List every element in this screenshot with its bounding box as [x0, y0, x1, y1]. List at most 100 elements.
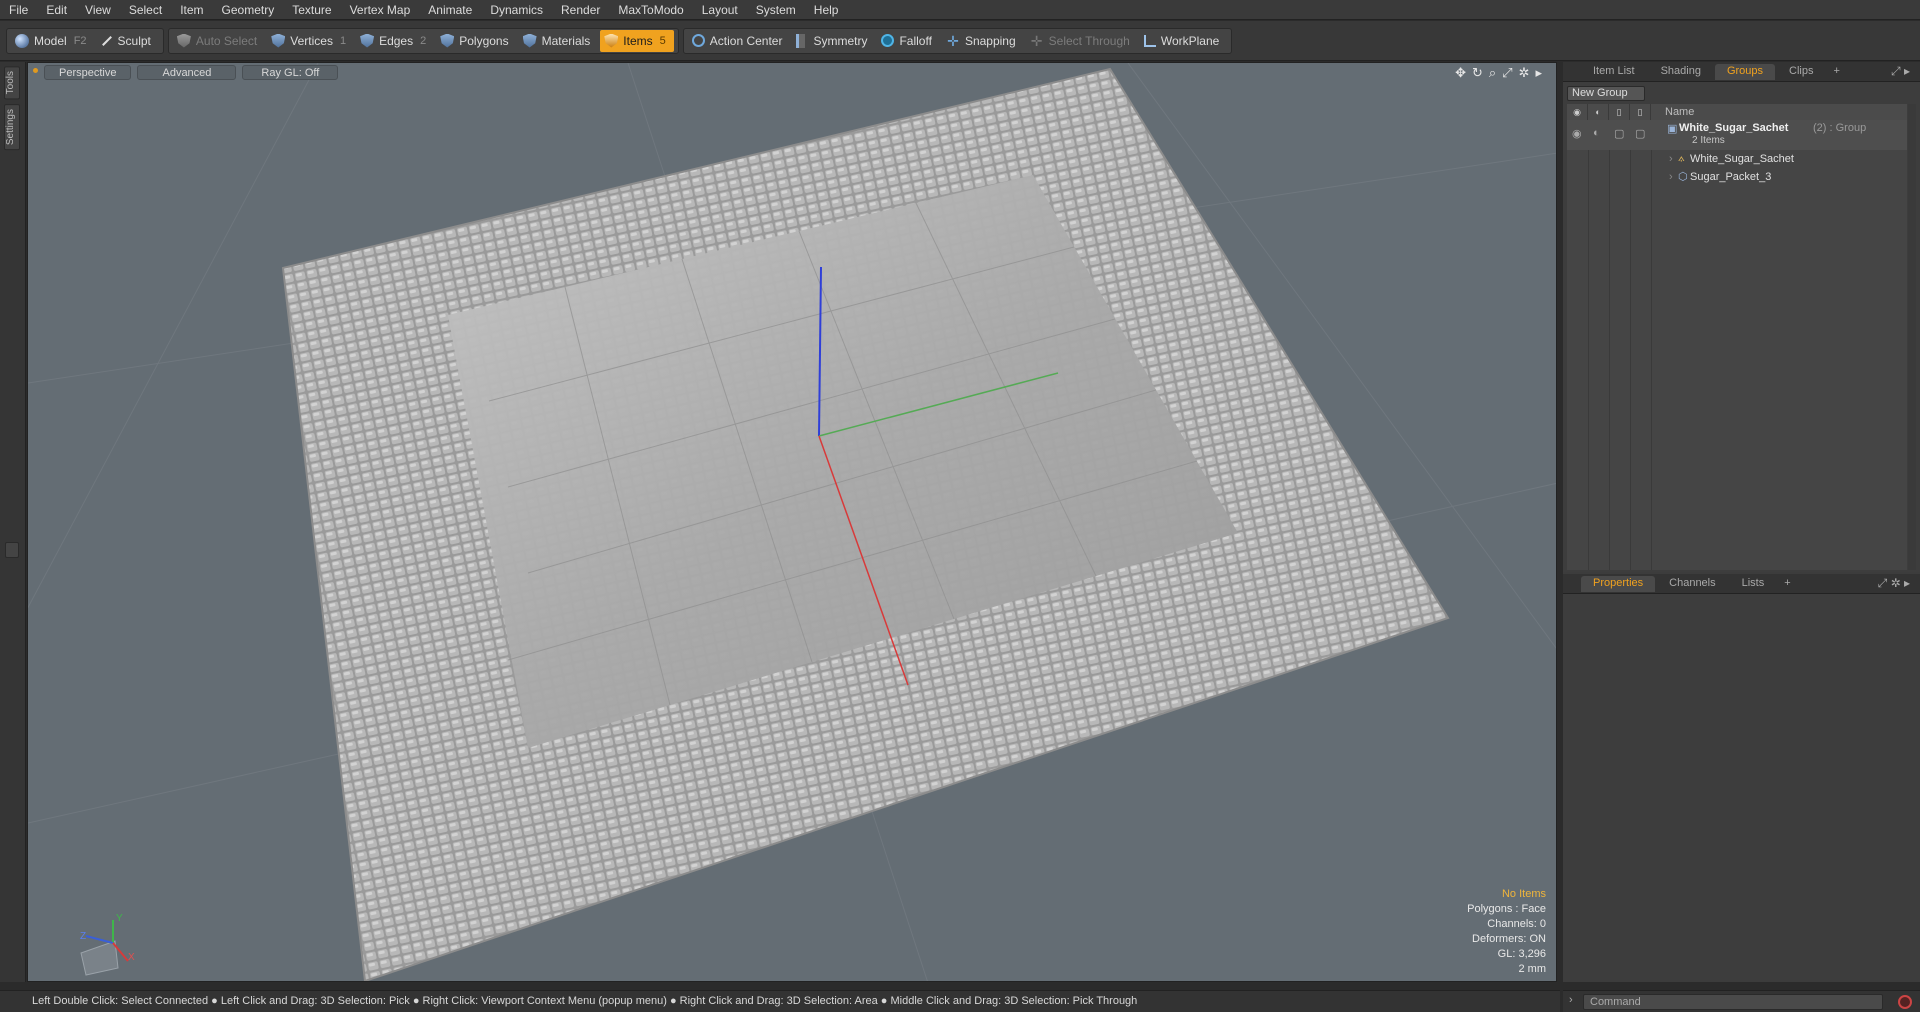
group-icon: ▣: [1667, 123, 1678, 135]
tab-item-list[interactable]: Item List: [1581, 64, 1647, 80]
menu-geometry[interactable]: Geometry: [213, 0, 284, 20]
record-icon[interactable]: [1898, 995, 1912, 1009]
model-button[interactable]: Model F2: [11, 30, 95, 52]
falloff-label: Falloff: [899, 33, 932, 48]
tab-properties[interactable]: Properties: [1581, 575, 1656, 592]
visibility-column-icon[interactable]: ◉: [1567, 104, 1588, 120]
shading-button[interactable]: Advanced: [137, 64, 237, 80]
expand-panel-icon[interactable]: ⤢ ▸: [1891, 64, 1910, 79]
symmetry-icon: [796, 33, 809, 48]
menu-system[interactable]: System: [747, 0, 805, 20]
tab-clips[interactable]: Clips: [1777, 64, 1825, 80]
polygons-info: Polygons : Face: [1467, 903, 1546, 915]
menu-bar: File Edit View Select Item Geometry Text…: [0, 0, 1920, 20]
items-shortcut: 5: [659, 34, 666, 47]
maximize-icon[interactable]: ⤢: [1502, 65, 1512, 81]
menu-item[interactable]: Item: [171, 0, 212, 20]
menu-layout[interactable]: Layout: [693, 0, 747, 20]
tools-tab[interactable]: Tools: [4, 66, 20, 100]
group-name: White_Sugar_Sachet: [1679, 122, 1789, 134]
tab-lists[interactable]: Lists: [1730, 576, 1777, 592]
command-history-icon[interactable]: ›: [1569, 994, 1573, 1006]
list-item[interactable]: › ⬡ Sugar_Packet_3: [1567, 169, 1907, 187]
groups-scrollbar[interactable]: [1908, 104, 1916, 570]
select-toggle-icon[interactable]: ▢: [1635, 127, 1645, 140]
menu-texture[interactable]: Texture: [283, 0, 340, 20]
expand-gear-icon[interactable]: ⤢ ✲ ▸: [1878, 576, 1910, 591]
action-center-button[interactable]: Action Center: [688, 30, 791, 52]
group-count: 2 Items: [1692, 135, 1725, 146]
materials-icon: [522, 33, 537, 48]
axis-label-x: X: [128, 952, 135, 963]
auto-select-button[interactable]: Auto Select: [173, 30, 265, 52]
eye-icon[interactable]: ◉: [1572, 127, 1582, 140]
scene-canvas: Y Z X: [28, 63, 1556, 981]
symmetry-label: Symmetry: [813, 33, 868, 48]
view-mode-button[interactable]: Perspective: [44, 64, 132, 80]
workplane-button[interactable]: WorkPlane: [1140, 30, 1227, 52]
menu-edit[interactable]: Edit: [37, 0, 76, 20]
menu-select[interactable]: Select: [120, 0, 171, 20]
viewport-nav-tools: ✥ ↻ ⌕ ⤢ ✲ ▸: [1455, 65, 1542, 81]
edges-icon: [360, 33, 375, 48]
name-column-header[interactable]: Name: [1651, 106, 1694, 118]
mesh-icon: ⟑: [1678, 152, 1685, 164]
lock-column-icon[interactable]: ▯: [1609, 104, 1630, 120]
materials-button[interactable]: Materials: [519, 30, 599, 52]
bottom-tab-row: Properties Channels Lists + ⤢ ✲ ▸: [1563, 574, 1920, 594]
axis-label-y: Y: [116, 913, 123, 924]
command-input[interactable]: Command: [1583, 994, 1883, 1010]
new-group-button[interactable]: New Group: [1567, 86, 1645, 101]
snapping-button[interactable]: ✛ Snapping: [942, 30, 1024, 52]
groups-list: ◉ ◐ ▢ ▢ ▣ White_Sugar_Sachet (2) : Group…: [1567, 120, 1907, 570]
3d-viewport[interactable]: Perspective Advanced Ray GL: Off ✥ ↻ ⌕ ⤢…: [27, 62, 1557, 982]
polygons-button[interactable]: Polygons: [436, 30, 516, 52]
menu-view[interactable]: View: [76, 0, 120, 20]
workplane-icon: [1143, 34, 1156, 47]
tab-shading[interactable]: Shading: [1649, 64, 1713, 80]
items-button[interactable]: Items 5: [600, 29, 674, 52]
symmetry-button[interactable]: Symmetry: [792, 30, 875, 52]
add-tab-button-2[interactable]: +: [1778, 576, 1796, 592]
menu-help[interactable]: Help: [805, 0, 848, 20]
play-icon[interactable]: ▸: [1535, 65, 1542, 81]
command-bar: › Command: [1563, 990, 1920, 1012]
group-row[interactable]: ◉ ◐ ▢ ▢ ▣ White_Sugar_Sachet (2) : Group…: [1567, 120, 1907, 150]
rotate-icon[interactable]: ↻: [1472, 65, 1483, 81]
select-column-icon[interactable]: ▯: [1630, 104, 1651, 120]
pan-icon[interactable]: ✥: [1455, 65, 1466, 81]
sphere-icon: [15, 33, 29, 48]
vertices-button[interactable]: Vertices 1: [267, 30, 354, 52]
menu-file[interactable]: File: [0, 0, 37, 20]
lock-toggle-icon[interactable]: ▢: [1614, 127, 1624, 140]
model-shortcut: F2: [73, 34, 87, 47]
vertices-shortcut: 1: [339, 34, 347, 47]
render-toggle-icon[interactable]: ◐: [1593, 127, 1600, 139]
render-column-icon[interactable]: ◐: [1588, 104, 1609, 120]
child-item-name: Sugar_Packet_3: [1690, 171, 1772, 183]
polygons-icon: [440, 33, 455, 48]
edges-button[interactable]: Edges 2: [356, 30, 434, 52]
tools-group: Action Center Symmetry Falloff ✛ Snappin…: [682, 27, 1233, 54]
list-item[interactable]: › ⟑ White_Sugar_Sachet: [1567, 151, 1907, 169]
menu-dynamics[interactable]: Dynamics: [481, 0, 552, 20]
gear-icon[interactable]: ✲: [1519, 65, 1530, 81]
menu-vertex-map[interactable]: Vertex Map: [341, 0, 420, 20]
menu-render[interactable]: Render: [552, 0, 609, 20]
tab-groups[interactable]: Groups: [1714, 63, 1776, 80]
model-label: Model: [34, 33, 67, 48]
falloff-button[interactable]: Falloff: [877, 30, 939, 52]
tab-channels[interactable]: Channels: [1657, 576, 1727, 592]
select-through-label: Select Through: [1048, 33, 1130, 48]
settings-tab[interactable]: Settings: [4, 104, 20, 151]
brush-icon: [101, 35, 112, 46]
menu-maxtomodo[interactable]: MaxToModo: [609, 0, 692, 20]
menu-animate[interactable]: Animate: [419, 0, 481, 20]
select-through-button[interactable]: ✛ Select Through: [1026, 30, 1138, 52]
zoom-icon[interactable]: ⌕: [1489, 65, 1496, 81]
ray-gl-button[interactable]: Ray GL: Off: [242, 64, 339, 80]
main-toolbar: Model F2 Sculpt Auto Select Vertices 1 E…: [0, 21, 1920, 61]
strip-toggle-button[interactable]: [5, 542, 19, 558]
add-tab-button[interactable]: +: [1827, 64, 1845, 80]
sculpt-button[interactable]: Sculpt: [97, 30, 159, 52]
